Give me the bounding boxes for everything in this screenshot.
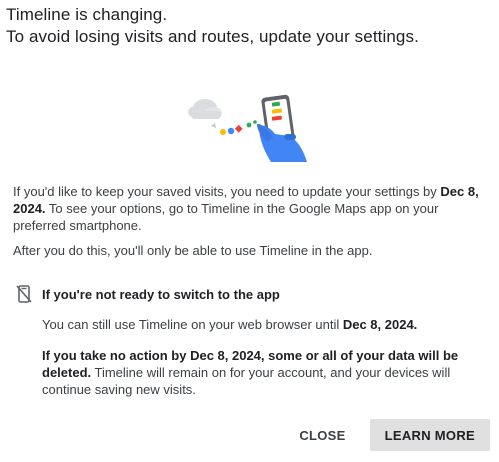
update-settings-paragraph: If you'd like to keep your saved visits,… <box>13 183 483 234</box>
cloud-icon <box>188 99 222 119</box>
p3-text: You can still use Timeline on your web b… <box>42 317 343 332</box>
close-button[interactable]: CLOSE <box>285 419 359 451</box>
web-browser-paragraph: You can still use Timeline on your web b… <box>42 316 487 333</box>
app-only-paragraph: After you do this, you'll only be able t… <box>13 243 373 258</box>
phone-in-hand-icon <box>257 94 307 162</box>
cloud-to-phone-illustration <box>188 94 307 162</box>
timeline-dialog: Timeline is changing. To avoid losing vi… <box>0 0 499 462</box>
p4-text: Timeline will remain on for your account… <box>42 365 451 397</box>
dialog-title: Timeline is changing. To avoid losing vi… <box>6 4 491 48</box>
p1-text-end: To see your options, go to Timeline in t… <box>13 201 439 233</box>
dialog-actions: CLOSE LEARN MORE <box>285 419 490 451</box>
data-deletion-paragraph: If you take no action by Dec 8, 2024, so… <box>42 347 487 398</box>
phone-off-icon <box>16 285 32 303</box>
learn-more-button[interactable]: LEARN MORE <box>369 419 490 451</box>
notice-heading: If you're not ready to switch to the app <box>42 287 280 302</box>
browser-deadline-date: Dec 8, 2024. <box>342 317 418 332</box>
p1-text-start: If you'd like to keep your saved visits,… <box>13 184 441 199</box>
title-line-2: To avoid losing visits and routes, updat… <box>6 27 419 46</box>
data-dots <box>211 120 257 135</box>
title-line-1: Timeline is changing. <box>6 5 168 24</box>
